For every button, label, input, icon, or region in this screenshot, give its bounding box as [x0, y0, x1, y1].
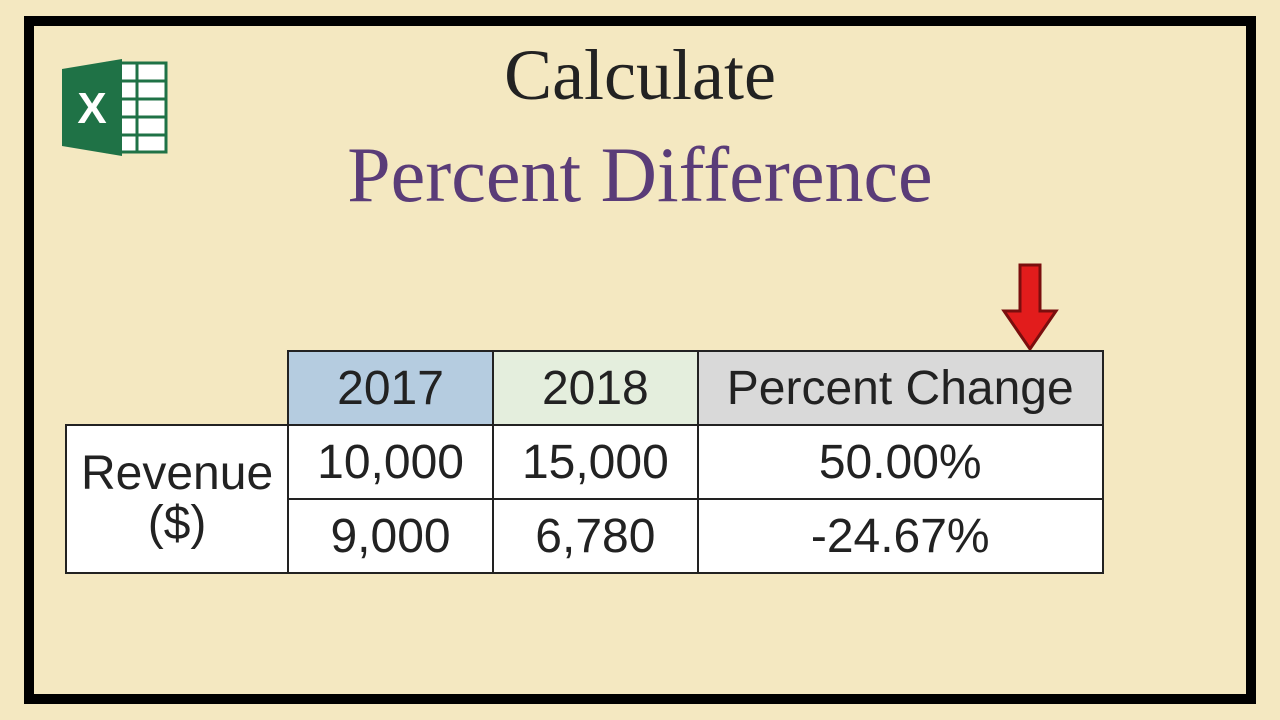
arrow-down-icon	[1000, 263, 1060, 358]
col-header-2017: 2017	[288, 351, 493, 425]
table-header-row: 2017 2018 Percent Change	[66, 351, 1103, 425]
cell-2018: 15,000	[493, 425, 698, 499]
data-table: 2017 2018 Percent Change Revenue ($) 10,…	[65, 350, 1104, 574]
cell-2018: 6,780	[493, 499, 698, 573]
row-header-label-bottom: ($)	[81, 499, 273, 549]
blank-cell	[66, 351, 288, 425]
row-header-revenue: Revenue ($)	[66, 425, 288, 573]
title-line-1: Calculate	[0, 34, 1280, 117]
cell-2017: 10,000	[288, 425, 493, 499]
cell-2017: 9,000	[288, 499, 493, 573]
col-header-2018: 2018	[493, 351, 698, 425]
title-line-2: Percent Difference	[0, 130, 1280, 220]
row-header-label-top: Revenue	[81, 449, 273, 499]
col-header-percent-change: Percent Change	[698, 351, 1103, 425]
table-row: Revenue ($) 10,000 15,000 50.00%	[66, 425, 1103, 499]
cell-pct: -24.67%	[698, 499, 1103, 573]
cell-pct: 50.00%	[698, 425, 1103, 499]
